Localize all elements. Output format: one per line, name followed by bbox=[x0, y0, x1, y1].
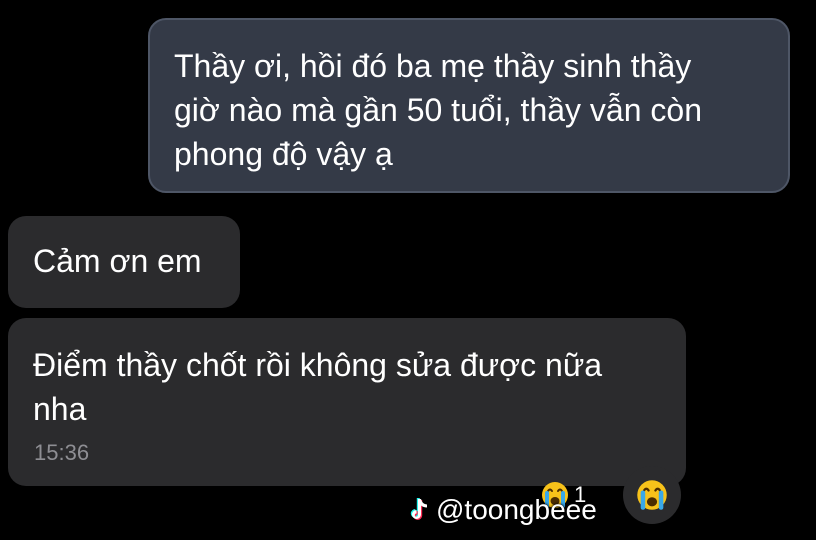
incoming-message-bubble[interactable]: Điểm thầy chốt rồi không sửa được nữa nh… bbox=[8, 318, 686, 486]
outgoing-message-bubble[interactable]: Thầy ơi, hồi đó ba mẹ thầy sinh thầy giờ… bbox=[148, 18, 790, 193]
tiktok-logo-icon bbox=[408, 497, 432, 523]
watermark-handle: @toongbeee bbox=[436, 494, 597, 525]
chat-screen: Thầy ơi, hồi đó ba mẹ thầy sinh thầy giờ… bbox=[0, 0, 816, 540]
message-text: Thầy ơi, hồi đó ba mẹ thầy sinh thầy giờ… bbox=[174, 48, 702, 172]
crying-face-emoji-icon bbox=[635, 478, 669, 512]
watermark: @toongbeee bbox=[408, 493, 597, 527]
add-reaction-button[interactable] bbox=[623, 466, 681, 524]
message-text: Điểm thầy chốt rồi không sửa được nữa nh… bbox=[33, 347, 603, 427]
message-text: Cảm ơn em bbox=[33, 243, 202, 279]
incoming-message-bubble[interactable]: Cảm ơn em bbox=[8, 216, 240, 308]
message-timestamp: 15:36 bbox=[34, 440, 90, 465]
